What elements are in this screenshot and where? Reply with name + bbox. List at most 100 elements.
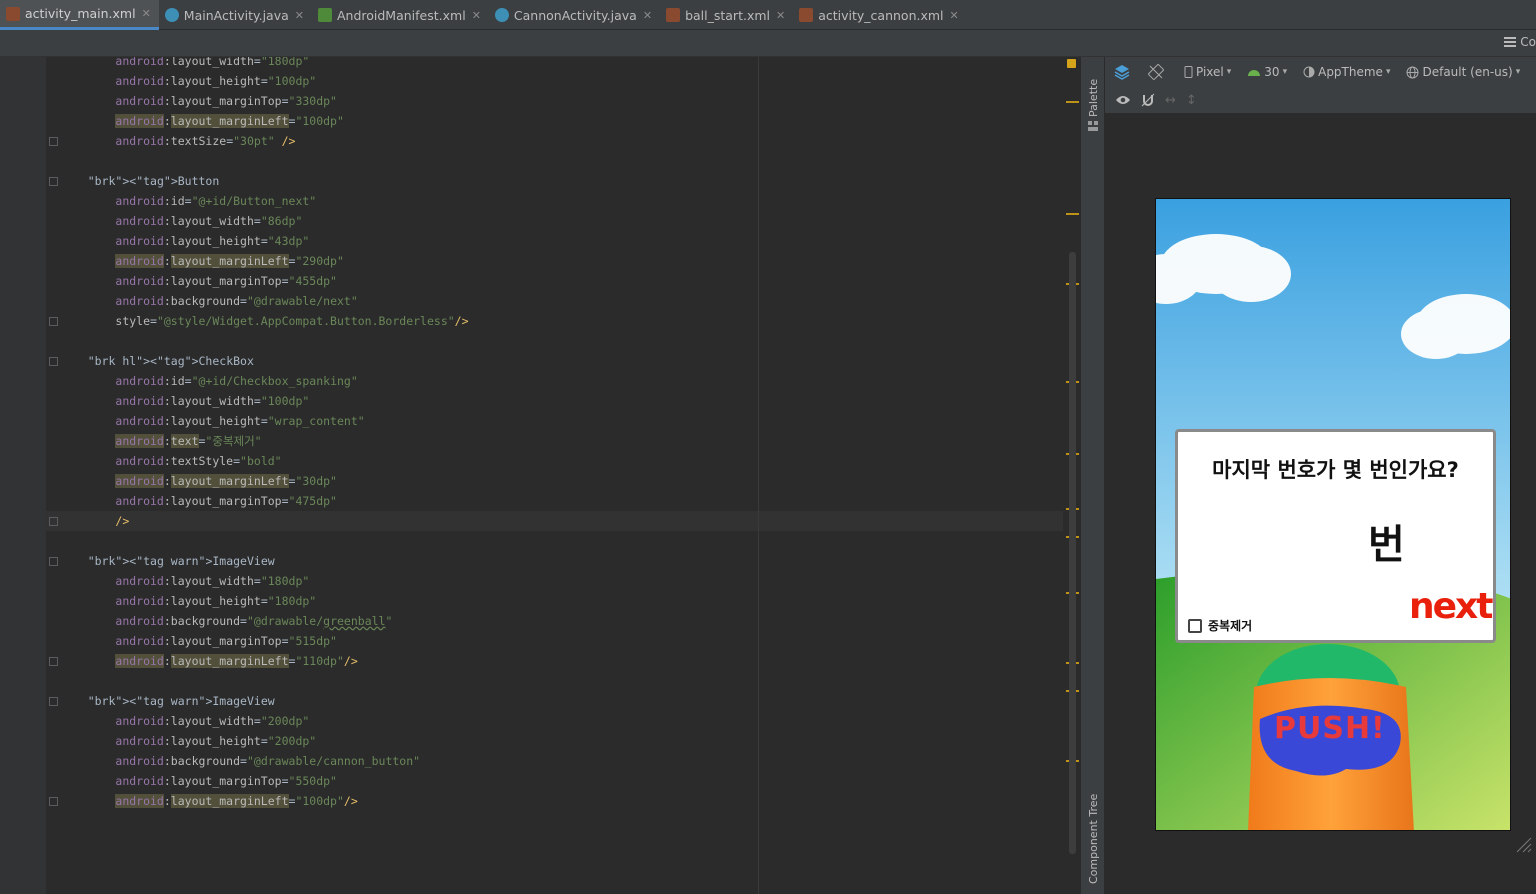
code-line[interactable]: 34 android:layout_marginLeft="30dp"	[46, 471, 1080, 491]
code-line[interactable]: 26 style="@style/Widget.AppCompat.Button…	[46, 311, 1080, 331]
fold-marker-icon[interactable]	[49, 697, 58, 706]
close-icon[interactable]: ✕	[142, 7, 151, 20]
component-tree-tab[interactable]: Component Tree	[1081, 787, 1106, 894]
design-secondary-toolbar: ↔ ↕	[1105, 87, 1536, 114]
code-line[interactable]: 48 android:background="@drawable/cannon_…	[46, 751, 1080, 771]
duplicate-removal-checkbox[interactable]: 중복제거	[1188, 617, 1252, 634]
code-line[interactable]: 54	[46, 871, 1080, 891]
code-line[interactable]: 46 android:layout_width="200dp"	[46, 711, 1080, 731]
code-line[interactable]: 24 android:layout_marginTop="455dp"	[46, 271, 1080, 291]
locale-dropdown[interactable]: Default (en-us) ▾	[1401, 65, 1525, 79]
api-level-dropdown[interactable]: 30 ▾	[1242, 65, 1292, 79]
code-line[interactable]: 32 android:text="중복제거"	[46, 431, 1080, 451]
fold-marker-icon[interactable]	[49, 177, 58, 186]
fold-marker-icon[interactable]	[49, 517, 58, 526]
code-text: android:layout_marginTop="550dp"	[115, 774, 337, 788]
code-line[interactable]: 45 "brk"><"tag warn">ImageView	[46, 691, 1080, 711]
next-button[interactable]: next	[1406, 586, 1493, 632]
warning-marker[interactable]	[1066, 213, 1079, 215]
code-line[interactable]: 17 android:textSize="30pt" />	[46, 131, 1080, 151]
code-view-button[interactable]: Co	[1504, 35, 1536, 49]
code-line[interactable]: 23 android:layout_marginLeft="290dp"	[46, 251, 1080, 271]
orientation-icon[interactable]	[1147, 63, 1165, 81]
layers-icon[interactable]	[1113, 63, 1131, 81]
close-icon[interactable]: ✕	[776, 9, 785, 22]
close-icon[interactable]: ✕	[643, 9, 652, 22]
code-line[interactable]: 20 android:id="@+id/Button_next"	[46, 191, 1080, 211]
code-text: android:layout_width="180dp"	[115, 574, 310, 588]
code-text: />	[115, 514, 130, 528]
code-line[interactable]: 15 android:layout_marginTop="330dp"	[46, 91, 1080, 111]
code-editor[interactable]: 13 android:layout_width="180dp"14 androi…	[46, 57, 1080, 894]
eye-icon[interactable]	[1115, 94, 1131, 106]
push-button-image[interactable]: PUSH!	[1274, 711, 1394, 751]
editor-tab-bar: activity_main.xml ✕ MainActivity.java ✕ Andr…	[0, 0, 1536, 30]
horizontal-arrows-icon[interactable]: ↔	[1165, 93, 1176, 108]
code-line[interactable]: 40 android:layout_height="180dp"	[46, 591, 1080, 611]
code-line[interactable]: 44	[46, 671, 1080, 691]
code-line[interactable]: 22 android:layout_height="43dp"	[46, 231, 1080, 251]
close-icon[interactable]: ✕	[295, 9, 304, 22]
tab-label: CannonActivity.java	[513, 7, 637, 23]
magnet-off-icon[interactable]	[1141, 93, 1155, 107]
fold-marker-icon[interactable]	[49, 357, 58, 366]
code-line[interactable]: 39 android:layout_width="180dp"	[46, 571, 1080, 591]
code-line[interactable]: 49 android:layout_marginTop="550dp"	[46, 771, 1080, 791]
next-label: next	[1409, 586, 1493, 627]
tab-label: AndroidManifest.xml	[336, 7, 466, 23]
code-line[interactable]: 36 />	[46, 511, 1080, 531]
code-line[interactable]: 30 android:layout_width="100dp"	[46, 391, 1080, 411]
code-line[interactable]: 13 android:layout_width="180dp"	[46, 57, 1080, 71]
tab-mainactivity-java[interactable]: MainActivity.java ✕	[159, 0, 312, 30]
device-preview[interactable]: PUSH! 마지막 번호가 몇 번인가요? 번 next 중복제거	[1155, 198, 1511, 831]
code-line[interactable]: 16 android:layout_marginLeft="100dp"	[46, 111, 1080, 131]
code-line[interactable]: 27	[46, 331, 1080, 351]
code-line[interactable]: 28 "brk hl"><"tag">CheckBox	[46, 351, 1080, 371]
palette-tab[interactable]: Palette	[1081, 67, 1106, 137]
code-line[interactable]: 31 android:layout_height="wrap_content"	[46, 411, 1080, 431]
tab-activity-cannon-xml[interactable]: activity_cannon.xml ✕	[793, 0, 967, 30]
vertical-scrollbar-thumb[interactable]	[1069, 252, 1076, 854]
theme-dropdown[interactable]: AppTheme ▾	[1298, 65, 1395, 79]
checkbox-square[interactable]	[1188, 618, 1202, 633]
close-icon[interactable]: ✕	[950, 9, 959, 22]
code-line[interactable]: 50 android:layout_marginLeft="100dp"/>	[46, 791, 1080, 811]
warning-status-icon[interactable]	[1067, 59, 1076, 68]
fold-marker-icon[interactable]	[49, 657, 58, 666]
tab-ball-start-xml[interactable]: ball_start.xml ✕	[660, 0, 793, 30]
close-icon[interactable]: ✕	[472, 9, 481, 22]
code-line[interactable]: 43 android:layout_marginLeft="110dp"/>	[46, 651, 1080, 671]
resize-handle-icon[interactable]	[1515, 836, 1533, 854]
code-line[interactable]: 35 android:layout_marginTop="475dp"	[46, 491, 1080, 511]
theme-label: AppTheme	[1318, 65, 1383, 79]
tab-androidmanifest-xml[interactable]: AndroidManifest.xml ✕	[312, 0, 489, 30]
code-line[interactable]: 47 android:layout_height="200dp"	[46, 731, 1080, 751]
code-line[interactable]: 53	[46, 851, 1080, 871]
code-line[interactable]: 41 android:background="@drawable/greenba…	[46, 611, 1080, 631]
fold-marker-icon[interactable]	[49, 797, 58, 806]
code-line[interactable]: 37	[46, 531, 1080, 551]
fold-marker-icon[interactable]	[49, 137, 58, 146]
code-line[interactable]: 51	[46, 811, 1080, 831]
code-line[interactable]: 42 android:layout_marginTop="515dp"	[46, 631, 1080, 651]
code-line[interactable]: 14 android:layout_height="100dp"	[46, 71, 1080, 91]
code-line[interactable]: 21 android:layout_width="86dp"	[46, 211, 1080, 231]
tab-label: activity_cannon.xml	[818, 7, 944, 23]
code-line[interactable]: 52	[46, 831, 1080, 851]
code-line[interactable]: 29 android:id="@+id/Checkbox_spanking"	[46, 371, 1080, 391]
code-line[interactable]: 33 android:textStyle="bold"	[46, 451, 1080, 471]
warning-marker[interactable]	[1066, 101, 1079, 103]
phone-icon	[1184, 66, 1193, 78]
device-dropdown[interactable]: Pixel ▾	[1179, 65, 1236, 79]
code-line[interactable]: 38 "brk"><"tag warn">ImageView	[46, 551, 1080, 571]
globe-icon	[1406, 66, 1419, 78]
vertical-arrows-icon[interactable]: ↕	[1186, 93, 1197, 108]
fold-marker-icon[interactable]	[49, 317, 58, 326]
theme-icon	[1303, 66, 1315, 78]
tab-activity-main-xml[interactable]: activity_main.xml ✕	[0, 0, 159, 30]
tab-cannonactivity-java[interactable]: CannonActivity.java ✕	[489, 0, 660, 30]
code-line[interactable]: 19 "brk"><"tag">Button	[46, 171, 1080, 191]
code-line[interactable]: 18	[46, 151, 1080, 171]
fold-marker-icon[interactable]	[49, 557, 58, 566]
code-line[interactable]: 25 android:background="@drawable/next"	[46, 291, 1080, 311]
